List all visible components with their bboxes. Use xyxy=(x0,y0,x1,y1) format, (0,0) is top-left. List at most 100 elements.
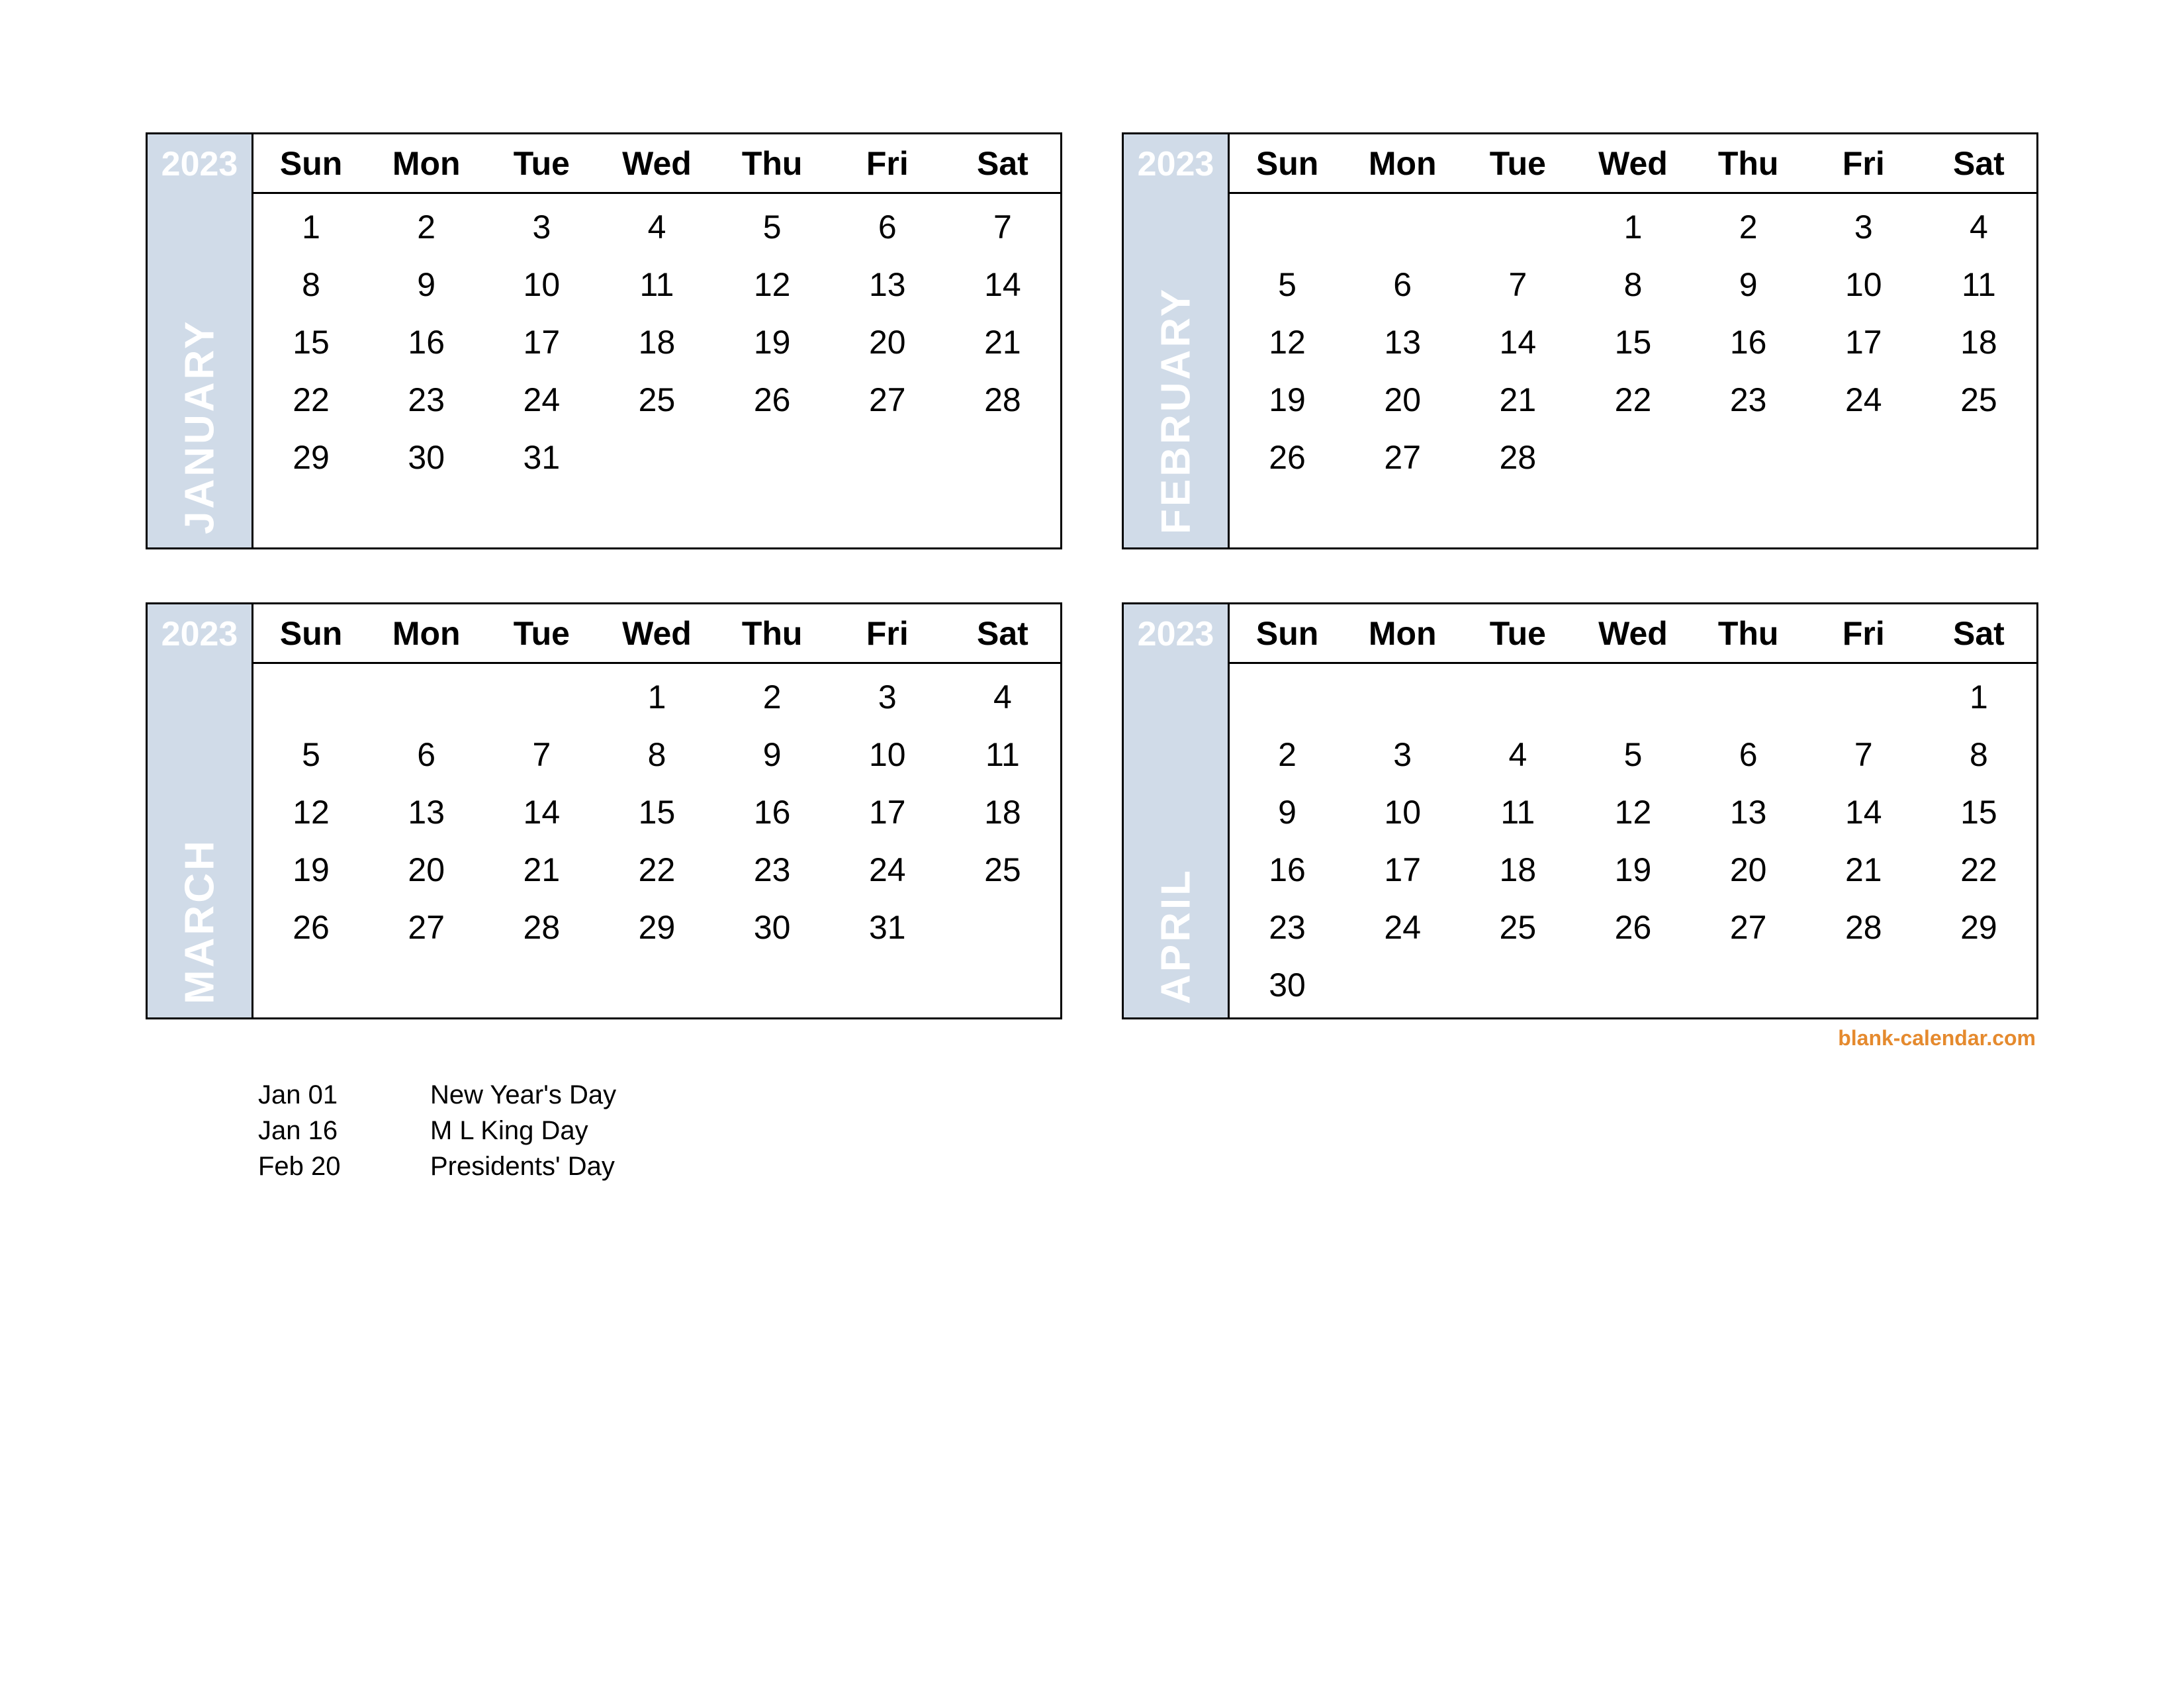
holiday-row: Jan 01New Year's Day xyxy=(258,1077,2038,1113)
source-link[interactable]: blank-calendar.com xyxy=(146,1026,2038,1051)
day-cell: 23 xyxy=(1691,371,1806,428)
day-cell: 28 xyxy=(1806,898,1921,956)
empty-cell xyxy=(1345,486,1460,543)
weekday-label: Sun xyxy=(1230,604,1345,662)
day-cell: 26 xyxy=(253,898,369,956)
weekday-label: Sun xyxy=(1230,134,1345,192)
day-cell: 22 xyxy=(599,841,714,898)
day-cell: 24 xyxy=(830,841,945,898)
day-cell: 10 xyxy=(1345,783,1460,841)
empty-cell xyxy=(1575,956,1690,1013)
empty-cell xyxy=(1460,956,1575,1013)
day-cell: 3 xyxy=(1806,198,1921,256)
day-cell: 24 xyxy=(484,371,599,428)
empty-cell xyxy=(1230,668,1345,726)
holiday-date: Feb 20 xyxy=(258,1149,430,1184)
day-cell: 11 xyxy=(1460,783,1575,841)
empty-cell xyxy=(599,956,714,1013)
weekday-label: Sat xyxy=(1921,604,2036,662)
day-cell: 20 xyxy=(369,841,484,898)
empty-cell xyxy=(599,486,714,543)
day-cell: 8 xyxy=(599,726,714,783)
day-cell: 5 xyxy=(253,726,369,783)
day-cell: 7 xyxy=(484,726,599,783)
day-cell: 20 xyxy=(830,313,945,371)
empty-cell xyxy=(484,668,599,726)
empty-cell xyxy=(369,668,484,726)
day-cell: 1 xyxy=(1921,668,2036,726)
holiday-name: M L King Day xyxy=(430,1113,588,1149)
day-cell: 12 xyxy=(715,256,830,313)
empty-cell xyxy=(1806,428,1921,486)
day-cell: 28 xyxy=(1460,428,1575,486)
day-cell: 6 xyxy=(830,198,945,256)
weekday-label: Tue xyxy=(484,134,599,192)
empty-cell xyxy=(253,956,369,1013)
empty-cell xyxy=(253,668,369,726)
weekday-label: Tue xyxy=(1460,134,1575,192)
empty-cell xyxy=(369,956,484,1013)
day-cell: 4 xyxy=(1921,198,2036,256)
weekday-label: Fri xyxy=(1806,134,1921,192)
day-cell: 14 xyxy=(1806,783,1921,841)
month-february: 2023FEBRUARYSunMonTueWedThuFriSat1234567… xyxy=(1122,132,2038,549)
day-cell: 14 xyxy=(484,783,599,841)
weekday-header: SunMonTueWedThuFriSat xyxy=(253,134,1060,194)
day-cell: 7 xyxy=(945,198,1060,256)
weekday-label: Wed xyxy=(1575,604,1690,662)
day-cell: 11 xyxy=(1921,256,2036,313)
holiday-date: Jan 01 xyxy=(258,1077,430,1113)
day-cell: 25 xyxy=(1921,371,2036,428)
day-cell: 30 xyxy=(369,428,484,486)
day-cell: 28 xyxy=(945,371,1060,428)
empty-cell xyxy=(1691,956,1806,1013)
empty-cell xyxy=(1921,428,2036,486)
weekday-label: Tue xyxy=(484,604,599,662)
empty-cell xyxy=(1230,486,1345,543)
month-sidebar: 2023JANUARY xyxy=(148,134,253,547)
weekday-label: Tue xyxy=(1460,604,1575,662)
day-cell: 23 xyxy=(369,371,484,428)
day-cell: 15 xyxy=(599,783,714,841)
day-cell: 1 xyxy=(599,668,714,726)
day-cell: 9 xyxy=(715,726,830,783)
day-cell: 27 xyxy=(369,898,484,956)
day-cell: 18 xyxy=(1921,313,2036,371)
day-cell: 2 xyxy=(715,668,830,726)
day-cell: 21 xyxy=(1460,371,1575,428)
holiday-name: Presidents' Day xyxy=(430,1149,615,1184)
day-cell: 15 xyxy=(253,313,369,371)
day-cell: 23 xyxy=(1230,898,1345,956)
empty-cell xyxy=(945,956,1060,1013)
day-cell: 9 xyxy=(1230,783,1345,841)
weekday-label: Thu xyxy=(1691,604,1806,662)
day-cell: 1 xyxy=(253,198,369,256)
day-cell: 4 xyxy=(1460,726,1575,783)
day-cell: 11 xyxy=(599,256,714,313)
day-cell: 13 xyxy=(1691,783,1806,841)
day-cell: 24 xyxy=(1345,898,1460,956)
day-cell: 25 xyxy=(599,371,714,428)
day-cell: 12 xyxy=(253,783,369,841)
day-cell: 13 xyxy=(369,783,484,841)
empty-cell xyxy=(369,486,484,543)
day-cell: 2 xyxy=(1230,726,1345,783)
empty-cell xyxy=(484,486,599,543)
day-cell: 16 xyxy=(1230,841,1345,898)
day-cell: 19 xyxy=(1575,841,1690,898)
day-cell: 16 xyxy=(369,313,484,371)
year-label: 2023 xyxy=(148,134,251,194)
weekday-label: Mon xyxy=(369,604,484,662)
day-grid: 1234567891011121314151617181920212223242… xyxy=(253,664,1060,1017)
year-label: 2023 xyxy=(1124,134,1228,194)
empty-cell xyxy=(1575,486,1690,543)
day-cell: 11 xyxy=(945,726,1060,783)
day-cell: 15 xyxy=(1575,313,1690,371)
year-label: 2023 xyxy=(1124,604,1228,664)
month-name: FEBRUARY xyxy=(1152,287,1199,534)
day-cell: 9 xyxy=(369,256,484,313)
day-cell: 5 xyxy=(1575,726,1690,783)
empty-cell xyxy=(1575,668,1690,726)
weekday-label: Sun xyxy=(253,134,369,192)
month-april: 2023APRILSunMonTueWedThuFriSat1234567891… xyxy=(1122,602,2038,1019)
